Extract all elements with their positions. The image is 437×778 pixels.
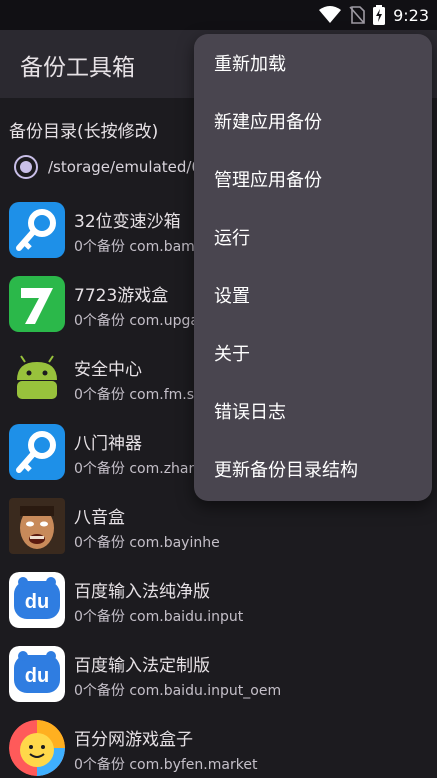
status-bar: 9:23	[0, 0, 437, 30]
app-title: 备份工具箱	[20, 55, 135, 81]
app-subtitle: 0个备份 com.bame	[74, 239, 204, 255]
app-subtitle: 0个备份 com.byfen.market	[74, 757, 258, 773]
menu-item-new-backup[interactable]: 新建应用备份	[194, 92, 432, 150]
app-subtitle: 0个备份 com.fm.sa	[74, 387, 203, 403]
backup-dir-label: 备份目录(长按修改)	[9, 122, 159, 142]
app-name: 7723游戏盒	[74, 286, 169, 306]
baidu-du-icon: du	[9, 572, 65, 628]
menu-item-manage-backups[interactable]: 管理应用备份	[194, 150, 432, 208]
app-name: 32位变速沙箱	[74, 212, 181, 232]
baidu-du-icon: du	[9, 646, 65, 702]
no-sim-icon	[349, 6, 365, 24]
list-item[interactable]: 八音盒 0个备份 com.bayinhe	[0, 493, 437, 567]
menu-item-error-log[interactable]: 错误日志	[194, 382, 432, 440]
battery-charging-icon	[373, 5, 386, 25]
smiley-colorful-icon	[9, 720, 65, 776]
app-subtitle: 0个备份 com.upga	[74, 313, 199, 329]
backup-dir-path: /storage/emulated/0/B	[48, 158, 217, 176]
app-name: 八音盒	[74, 508, 125, 528]
app-subtitle: 0个备份 com.bayinhe	[74, 535, 220, 551]
list-item[interactable]: du 百度输入法纯净版 0个备份 com.baidu.input	[0, 567, 437, 641]
app-name: 百分网游戏盒子	[74, 730, 193, 750]
wrench-key-icon	[9, 202, 65, 258]
menu-item-about[interactable]: 关于	[194, 324, 432, 382]
list-item[interactable]: 百分网游戏盒子 0个备份 com.byfen.market	[0, 715, 437, 778]
status-icons: 9:23	[319, 5, 429, 25]
app-subtitle: 0个备份 com.baidu.input	[74, 609, 244, 625]
menu-item-update-dir-structure[interactable]: 更新备份目录结构	[194, 440, 432, 498]
svg-text:du: du	[25, 665, 49, 687]
overflow-menu: 重新加载 新建应用备份 管理应用备份 运行 设置 关于 错误日志 更新备份目录结…	[194, 34, 432, 501]
status-time: 9:23	[393, 5, 429, 25]
app-subtitle: 0个备份 com.baidu.input_oem	[74, 683, 282, 699]
menu-item-run[interactable]: 运行	[194, 208, 432, 266]
wifi-icon	[319, 6, 342, 23]
wrench-key-icon	[9, 424, 65, 480]
android-robot-icon	[9, 350, 65, 406]
svg-text:du: du	[25, 591, 49, 613]
face-photo-icon	[9, 498, 65, 554]
app-name: 八门神器	[74, 434, 142, 454]
list-item[interactable]: du 百度输入法定制版 0个备份 com.baidu.input_oem	[0, 641, 437, 715]
app-name: 百度输入法纯净版	[74, 582, 210, 602]
app-name: 安全中心	[74, 360, 142, 380]
menu-item-settings[interactable]: 设置	[194, 266, 432, 324]
backup-dir-option[interactable]: /storage/emulated/0/B	[14, 152, 216, 182]
app-name: 百度输入法定制版	[74, 656, 210, 676]
menu-item-reload[interactable]: 重新加载	[194, 34, 432, 92]
radio-selected-icon[interactable]	[14, 155, 38, 179]
seven-logo-icon	[9, 276, 65, 332]
app-subtitle: 0个备份 com.zhang	[74, 461, 207, 477]
